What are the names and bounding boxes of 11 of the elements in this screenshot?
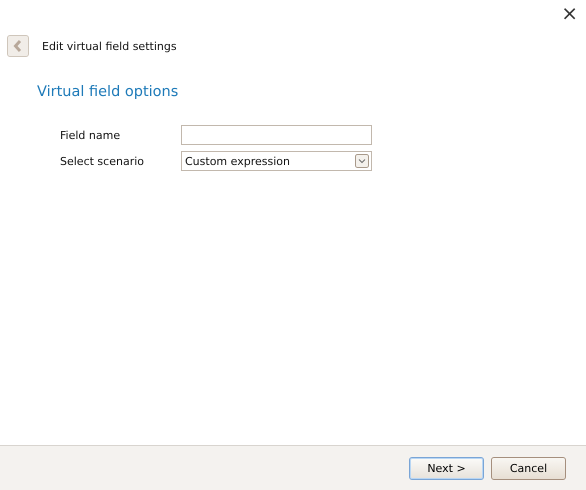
dialog-button[interactable]: Next > xyxy=(409,456,484,480)
dropdown[interactable]: Custom expression xyxy=(181,151,372,171)
chevron-left-icon xyxy=(13,40,23,52)
close-button[interactable]: × xyxy=(561,3,578,23)
text-field[interactable] xyxy=(181,125,372,145)
back-button[interactable] xyxy=(7,35,29,57)
field-label: Field name xyxy=(60,128,122,142)
dialog-title: Edit virtual field settings xyxy=(42,40,177,52)
section-heading: Virtual field options xyxy=(37,84,180,100)
field-label: Select scenario xyxy=(60,154,145,168)
dialog-button[interactable]: Cancel xyxy=(491,456,566,480)
